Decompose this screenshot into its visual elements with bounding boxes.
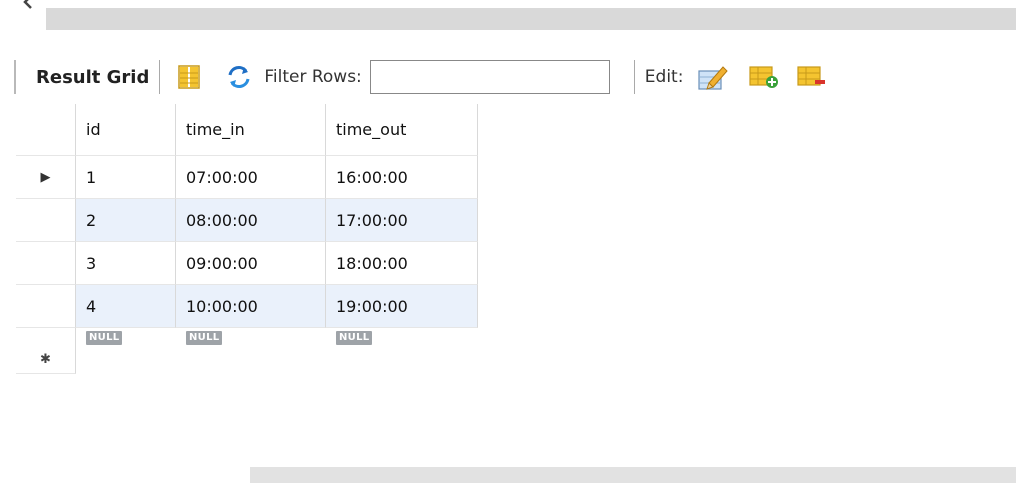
edit-pencil-icon[interactable] [697,64,729,90]
filter-rows-label: Filter Rows: [264,67,362,87]
filter-rows-input[interactable] [369,60,610,94]
grid-layout-icon[interactable] [176,64,202,90]
refresh-icon[interactable] [226,64,252,90]
table-cell[interactable]: 19:00:00 [326,285,478,328]
table-cell[interactable]: 16:00:00 [326,156,478,199]
column-header-id[interactable]: id [76,104,176,156]
workbench-result-panel: Result Grid Filter Rows: Edit: id time_i… [0,0,1016,483]
result-grid: id time_in time_out ▶ 1 07:00:00 16:00:00 2 08:0… [16,104,478,374]
bottom-scrollbar[interactable] [250,467,1016,483]
table-cell[interactable]: 18:00:00 [326,242,478,285]
row-marker[interactable] [16,199,76,242]
table-cell[interactable]: 09:00:00 [176,242,326,285]
bottom-tab-label-partial[interactable]: ​ [30,470,210,483]
result-toolbar: Result Grid Filter Rows: Edit: [14,52,1016,102]
table-cell[interactable]: 2 [76,199,176,242]
table-cell[interactable]: 07:00:00 [176,156,326,199]
null-badge: NULL [186,331,223,345]
top-strip [0,0,1016,40]
column-header-time_out[interactable]: time_out [326,104,478,156]
new-row-cell[interactable]: NULL [176,328,326,374]
row-marker[interactable] [16,285,76,328]
toolbar-separator [159,60,161,94]
null-badge: NULL [336,331,373,345]
table-cell[interactable]: 4 [76,285,176,328]
top-scrollbar[interactable] [46,8,1016,30]
toolbar-edge [14,60,16,94]
table-cell[interactable]: 10:00:00 [176,285,326,328]
table-cell[interactable]: 17:00:00 [326,199,478,242]
row-marker[interactable] [16,242,76,285]
new-row-asterisk-icon: ✱ [40,352,51,367]
new-row-cell[interactable]: NULL [326,328,478,374]
result-grid-label[interactable]: Result Grid [36,67,149,88]
toolbar-separator [633,60,635,94]
table-cell[interactable]: 3 [76,242,176,285]
current-row-arrow-icon: ▶ [40,169,51,185]
column-header-time_in[interactable]: time_in [176,104,326,156]
edit-label: Edit: [644,67,684,87]
table-cell[interactable]: 08:00:00 [176,199,326,242]
row-marker[interactable]: ▶ [16,156,76,199]
null-badge: NULL [86,331,123,345]
new-row-marker[interactable]: ✱ [16,328,76,374]
grid-corner-cell [16,104,76,156]
chevron-left-icon[interactable] [20,0,36,10]
new-row-cell[interactable]: NULL [76,328,176,374]
add-row-icon[interactable] [749,64,779,90]
table-cell[interactable]: 1 [76,156,176,199]
delete-row-icon[interactable] [797,64,827,90]
